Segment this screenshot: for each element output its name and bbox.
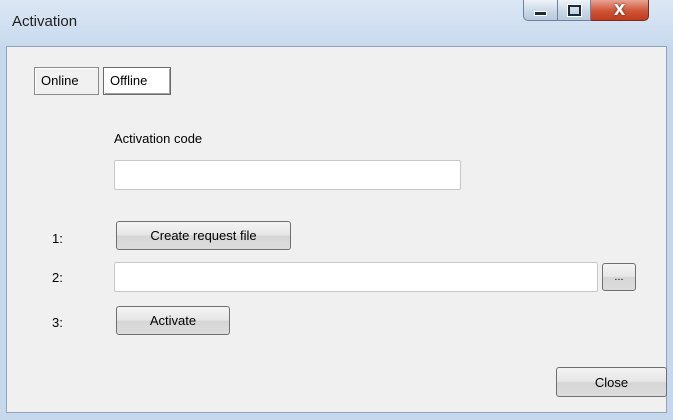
tab-offline-label: Offline [110,73,148,88]
activation-code-input[interactable] [114,160,461,190]
close-icon: X [613,1,626,19]
activate-button[interactable]: Activate [116,306,230,335]
browse-button[interactable]: ... [602,263,636,291]
maximize-icon [567,4,581,16]
step-1-number: 1: [52,231,63,246]
activation-window: Activation X Online Offline Activation c… [0,0,673,420]
browse-button-label: ... [614,271,624,283]
activate-button-label: Activate [149,313,197,328]
tab-offline[interactable]: Offline [103,67,171,95]
request-file-path-input[interactable] [114,262,598,292]
close-button-label: Close [594,374,629,390]
maximize-button[interactable] [558,0,591,21]
create-request-file-button[interactable]: Create request file [116,221,291,250]
minimize-button[interactable] [523,0,558,21]
step-3-number: 3: [52,315,63,330]
tab-online[interactable]: Online [34,67,99,95]
tab-online-label: Online [41,73,79,88]
close-button[interactable]: Close [556,367,667,397]
dialog-body: Online Offline Activation code 1: Create… [6,46,667,413]
title-bar[interactable]: Activation X [0,0,673,46]
window-title: Activation [12,13,78,30]
create-request-file-label: Create request file [150,228,257,243]
step-2-number: 2: [52,270,63,285]
minimize-icon [534,10,547,16]
activation-code-label: Activation code [114,131,203,146]
close-window-button[interactable]: X [591,0,649,21]
